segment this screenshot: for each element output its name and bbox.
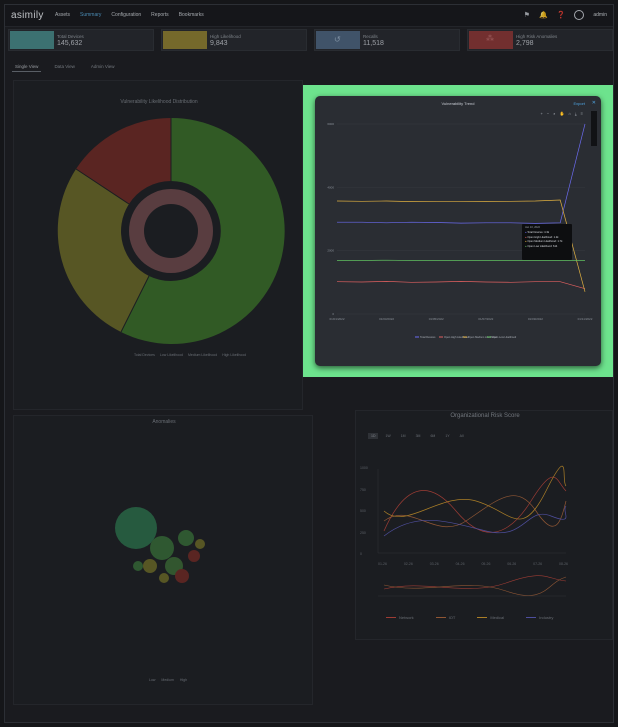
risk-x-axis: 01-26 02-26 03-26 04-26 05-26 06-26 07-2… (378, 562, 568, 566)
legend-item[interactable]: Network (386, 615, 414, 620)
legend-item[interactable]: IOT (435, 615, 455, 620)
card-high-likelihood[interactable]: High Likelihood 9,843 (161, 29, 307, 51)
asimily-logo: asimily (11, 10, 44, 21)
y-tick-label: 1000 (360, 466, 368, 470)
y-tick-label: 2000 (327, 249, 334, 253)
card-label: Recalls (363, 34, 378, 39)
tooltip-row: ● Open Medium Likelihood: 1.7k (525, 240, 563, 243)
x-tick-label: 05-26 (481, 562, 491, 566)
tooltip-row: ● Open Low Likelihood: 614 (525, 244, 558, 248)
x-tick-label: 04-26 (455, 562, 465, 566)
legend-item[interactable]: Industry (526, 615, 553, 620)
card-swatch (163, 31, 207, 49)
card-value: 145,632 (57, 40, 83, 47)
sunburst-chart[interactable] (14, 81, 304, 411)
user-name[interactable]: admin (593, 12, 607, 18)
card-total-devices[interactable]: Total Devices 145,632 (8, 29, 154, 51)
y-tick-label: 4000 (327, 185, 334, 189)
card-label: High Risk Anomalies (516, 34, 558, 39)
view-tabs: Single View Data View Admin View (12, 62, 118, 72)
card-label: High Likelihood (210, 34, 241, 39)
legend-item[interactable]: Total Devices (134, 353, 155, 357)
card-high-risk-anomalies[interactable]: ⁂ High Risk Anomalies 2,798 (467, 29, 613, 51)
y-tick-label: 0 (360, 552, 362, 556)
summary-cards: Total Devices 145,632 High Likelihood 9,… (8, 29, 613, 51)
legend-item[interactable]: High Likelihood (222, 353, 246, 357)
tab-single-view[interactable]: Single View (12, 62, 42, 72)
x-tick-label: 01/09/2022 (528, 317, 543, 321)
y-tick-label: 0 (332, 312, 334, 316)
y-tick-label: 6000 (327, 122, 334, 126)
x-tick-label: 07-26 (533, 562, 543, 566)
user-avatar-icon[interactable] (574, 10, 585, 20)
trend-tooltip: Jan 10, 2022 ● Total Devices: 4.3k ● Ope… (522, 224, 572, 260)
bell-icon[interactable]: 🔔 (539, 11, 548, 19)
card-value: 2,798 (516, 40, 534, 47)
tab-data-view[interactable]: Data View (51, 62, 77, 72)
card-label: Total Devices (57, 34, 84, 39)
tooltip-row: ● Open High Likelihood: 1.2k (525, 235, 559, 239)
vulnerability-trend-modal: Vulnerability Trend Export ✕ + − ⌕ ✋ ⌂ ⤓… (315, 96, 601, 366)
undo-icon: ↺ (334, 35, 341, 44)
y-tick-label: 750 (360, 487, 366, 492)
network-icon: ⁂ (486, 34, 494, 43)
app-window: asimily Assets Summary Configuration Rep… (4, 4, 614, 723)
main-nav: Assets Summary Configuration Reports Boo… (55, 12, 204, 18)
x-tick-label: 01/07/2022 (478, 317, 493, 321)
legend-item[interactable]: Low Likelihood (160, 353, 183, 357)
risk-y-axis: 0 250 500 750 1000 (360, 466, 368, 556)
flag-icon[interactable]: ⚑ (524, 11, 530, 19)
nav-reports[interactable]: Reports (151, 12, 169, 18)
tooltip-row: ● Total Devices: 4.3k (525, 231, 550, 234)
card-recalls[interactable]: ↺ Recalls 11,518 (314, 29, 460, 51)
x-tick-label: 01/01/2022 (329, 317, 344, 321)
legend-item[interactable]: Low (149, 678, 155, 682)
card-swatch (10, 31, 54, 49)
bubble-chart[interactable] (14, 416, 314, 706)
x-tick-label: 01-26 (378, 562, 387, 566)
legend-item[interactable]: Medium (161, 678, 173, 682)
legend-item[interactable]: Medium Likelihood (188, 353, 217, 357)
x-tick-label: 08-26 (559, 562, 568, 566)
tab-admin-view[interactable]: Admin View (88, 62, 118, 72)
tooltip-title: Jan 10, 2022 (525, 226, 540, 229)
nav-configuration[interactable]: Configuration (111, 12, 141, 18)
sunburst-legend: Total Devices Low Likelihood Medium Like… (134, 353, 246, 357)
y-tick-label: 500 (360, 509, 366, 513)
top-right-icons: ⚑ 🔔 ❓ admin (524, 10, 607, 20)
top-navigation-bar: asimily Assets Summary Configuration Rep… (5, 5, 613, 27)
nav-bookmarks[interactable]: Bookmarks (179, 12, 204, 18)
risk-legend: Network IOT Medical Industry (386, 615, 553, 620)
x-tick-label: 02-26 (403, 562, 413, 566)
series-line (336, 281, 586, 290)
card-value: 9,843 (210, 40, 228, 47)
nav-assets[interactable]: Assets (55, 12, 70, 18)
risk-score-chart[interactable] (356, 411, 614, 641)
bubble-legend: Low Medium High (149, 678, 187, 682)
sunburst-center (144, 204, 198, 258)
help-icon[interactable]: ❓ (557, 11, 566, 19)
x-tick-label: 01/03/2022 (379, 317, 394, 321)
legend-item[interactable]: Medical (477, 615, 504, 620)
series-line (337, 123, 586, 224)
risk-score-panel: Organizational Risk Score 1D 1W 1M 3M 6M… (355, 410, 613, 640)
x-tick-label: 01/11/2022 (578, 317, 593, 321)
anomalies-panel: Anomalies Low Medium High (13, 415, 313, 705)
y-tick-label: 250 (360, 530, 366, 535)
legend-item[interactable]: High (180, 678, 187, 682)
nav-summary[interactable]: Summary (80, 12, 101, 18)
likelihood-distribution-panel: Vulnerability Likelihood Distribution To… (13, 80, 303, 410)
legend-item: Open Low Likelihood (492, 335, 517, 339)
x-tick-label: 06-26 (507, 562, 517, 566)
legend-item: Total Devices (420, 335, 436, 339)
card-swatch: ↺ (316, 31, 360, 49)
card-swatch: ⁂ (469, 31, 513, 49)
x-tick-label: 01/05/2022 (429, 317, 444, 321)
card-value: 11,518 (363, 40, 384, 47)
x-tick-label: 03-26 (429, 562, 439, 566)
